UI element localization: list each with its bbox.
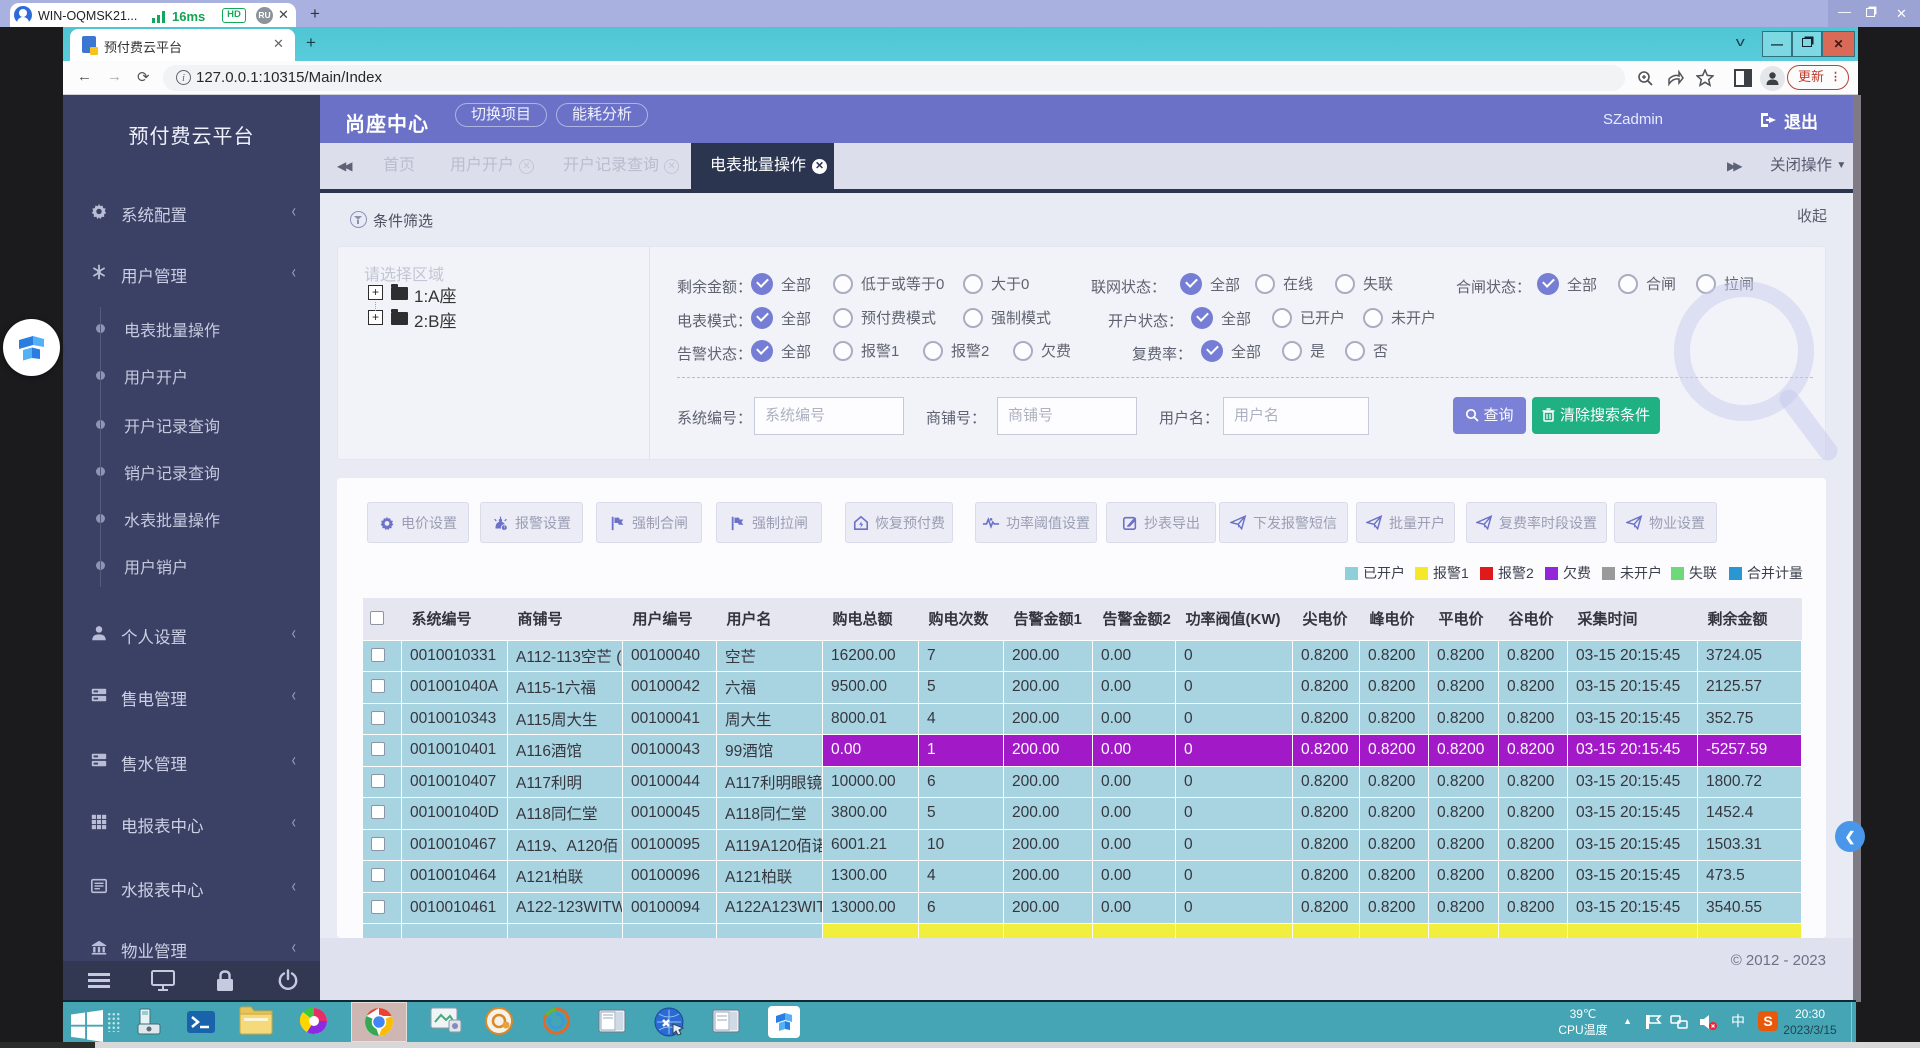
svg-text:!: !	[504, 525, 505, 531]
